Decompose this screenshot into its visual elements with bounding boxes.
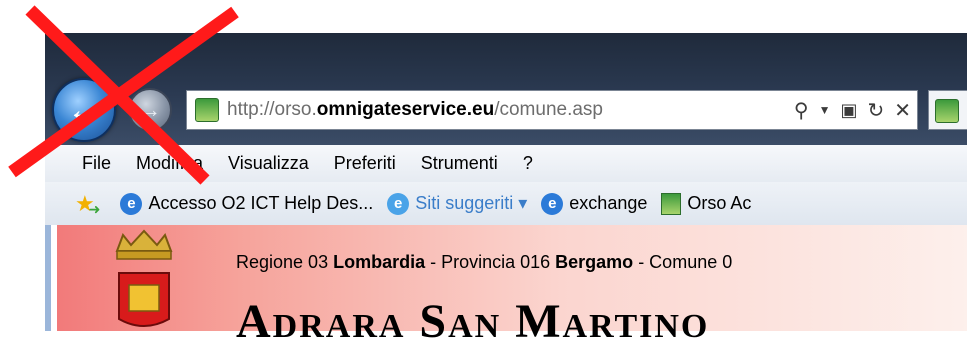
menu-strumenti[interactable]: Strumenti [421,153,498,174]
menu-help[interactable]: ? [523,153,533,174]
compatibility-view-icon[interactable]: ▣ [840,100,857,121]
region-breadcrumb: Regione 03 Lombardia - Provincia 016 Ber… [236,252,732,273]
stop-icon[interactable]: ✕ [894,98,911,123]
municipality-title: Adrara San Martino [236,295,710,348]
address-bar[interactable]: http://orso.omnigateservice.eu/comune.as… [186,90,918,130]
favorite-label: Orso Ac [687,193,752,213]
url-domain: omnigateservice.eu [316,99,495,120]
dropdown-arrow-icon[interactable]: ▼ [819,103,831,117]
favorite-label: Accesso O2 ICT Help Des... [148,193,374,213]
comune-label: - Comune 0 [633,252,733,272]
search-icon[interactable]: ⚲ [794,98,809,123]
favorite-label: Siti suggeriti ▾ [415,193,528,213]
ie-page-icon: e [541,192,564,215]
favorite-label: exchange [569,193,648,213]
refresh-icon[interactable]: ↻ [867,98,884,123]
tab-favicon-icon [935,99,959,123]
url-text[interactable]: http://orso.omnigateservice.eu/comune.as… [227,99,603,121]
favorite-item-siti-suggeriti[interactable]: e Siti suggeriti ▾ [387,192,528,215]
url-path: /comune.asp [494,99,603,120]
add-favorite-icon[interactable]: ➜ [89,201,101,218]
province-label: - Provincia 016 [425,252,556,272]
region-name: Lombardia [333,252,426,272]
red-x-icon [8,5,239,185]
menu-preferiti[interactable]: Preferiti [334,153,396,174]
province-name: Bergamo [555,252,634,272]
ie-page-icon: e [120,192,143,215]
coat-of-arms-icon [115,229,173,327]
region-label: Regione 03 [236,252,334,272]
favorite-item-orso[interactable]: Orso Ac [661,192,752,215]
favorites-bar: ★ ➜ e Accesso O2 ICT Help Des... e Siti … [45,182,967,225]
ie-globe-icon: e [387,192,410,215]
orso-site-icon [661,192,682,215]
favorite-item-exchange[interactable]: e exchange [541,192,648,215]
favorite-item-accesso[interactable]: e Accesso O2 ICT Help Des... [120,192,374,215]
browser-tab[interactable] [928,90,967,130]
